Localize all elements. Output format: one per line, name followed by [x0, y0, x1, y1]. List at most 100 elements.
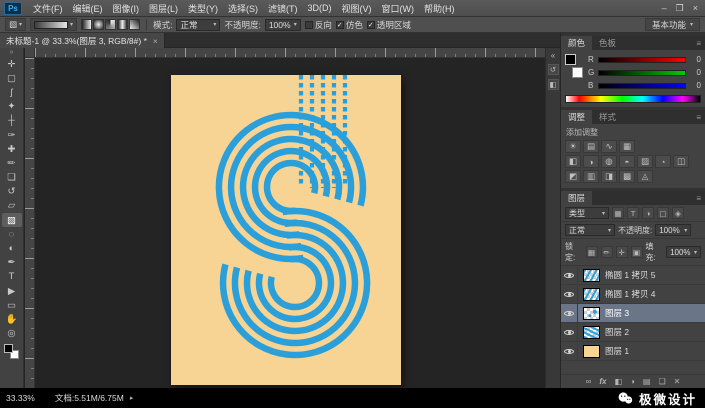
expand-panels-icon[interactable]: « [551, 51, 555, 60]
menu-item-help[interactable]: 帮助(H) [419, 2, 460, 15]
layer-thumbnail[interactable] [583, 344, 600, 358]
layer-opacity-select[interactable]: 100% ▾ [655, 224, 692, 236]
crop-tool[interactable]: ┼ [2, 114, 22, 128]
levels-adjustment-icon[interactable]: ▤ [583, 140, 599, 153]
curves-adjustment-icon[interactable]: ∿ [601, 140, 617, 153]
menu-item-window[interactable]: 窗口(W) [377, 2, 420, 15]
reflected-gradient-button[interactable] [117, 19, 129, 30]
invert-adjustment-icon[interactable]: ◩ [565, 170, 581, 183]
menu-item-filter[interactable]: 滤镜(T) [263, 2, 303, 15]
filter-adjustment-layers-icon[interactable]: ◑ [642, 207, 654, 219]
tab-adjustments[interactable]: 调整 [561, 110, 593, 124]
layer-row[interactable]: 图层 1 [561, 342, 705, 361]
type-tool[interactable]: T [2, 270, 22, 284]
layer-thumbnail[interactable] [583, 306, 600, 320]
tab-styles[interactable]: 样式 [592, 110, 623, 124]
threshold-adjustment-icon[interactable]: ◨ [601, 170, 617, 183]
layer-row[interactable]: 图层 2 [561, 323, 705, 342]
green-value[interactable]: 0 [689, 68, 701, 77]
menu-item-view[interactable]: 视图(V) [337, 2, 377, 15]
delete-layer-icon[interactable]: ✕ [674, 377, 681, 386]
visibility-eye-icon[interactable] [561, 304, 578, 322]
color-panel-swatches[interactable] [565, 54, 583, 78]
marquee-tool[interactable]: ▢ [2, 71, 22, 85]
color-balance-adjustment-icon[interactable]: ◍ [601, 155, 617, 168]
diamond-gradient-button[interactable] [129, 19, 141, 30]
layer-style-icon[interactable]: fx [599, 377, 606, 386]
add-mask-icon[interactable]: ◧ [614, 377, 622, 386]
menu-item-select[interactable]: 选择(S) [223, 2, 263, 15]
clone-stamp-tool[interactable]: ❏ [2, 171, 22, 185]
visibility-eye-icon[interactable] [561, 266, 578, 284]
lock-all-icon[interactable]: ▣ [630, 246, 643, 258]
layer-row-selected[interactable]: 图层 3 [561, 304, 705, 323]
quick-select-tool[interactable]: ✦ [2, 100, 22, 114]
channel-mixer-adjustment-icon[interactable]: ◔ [655, 155, 671, 168]
close-button[interactable]: × [693, 3, 698, 14]
shape-tool[interactable]: ▭ [2, 298, 22, 312]
eyedropper-tool[interactable]: ✑ [2, 128, 22, 142]
filter-shape-layers-icon[interactable]: ▢ [657, 207, 669, 219]
menu-item-3d[interactable]: 3D(D) [303, 3, 337, 13]
history-panel-icon[interactable]: ↺ [547, 64, 559, 75]
red-value[interactable]: 0 [689, 55, 701, 64]
link-layers-icon[interactable]: ∞ [586, 377, 592, 386]
lock-position-icon[interactable]: ✛ [615, 246, 628, 258]
menu-item-image[interactable]: 图像(I) [108, 2, 145, 15]
layer-thumbnail[interactable] [583, 287, 600, 301]
tab-layers[interactable]: 图层 [561, 191, 593, 205]
canvas-area[interactable] [25, 48, 545, 388]
black-white-adjustment-icon[interactable]: ◓ [619, 155, 635, 168]
visibility-eye-icon[interactable] [561, 285, 578, 303]
history-brush-tool[interactable]: ↺ [2, 185, 22, 199]
menu-item-layer[interactable]: 图层(L) [144, 2, 183, 15]
foreground-color-swatch[interactable] [565, 54, 576, 65]
color-lookup-adjustment-icon[interactable]: ◫ [673, 155, 689, 168]
blue-value[interactable]: 0 [689, 81, 701, 90]
tab-close-icon[interactable]: × [153, 36, 158, 46]
layer-thumbnail[interactable] [583, 268, 600, 282]
zoom-level[interactable]: 33.33% [6, 393, 35, 403]
posterize-adjustment-icon[interactable]: ▥ [583, 170, 599, 183]
menu-item-type[interactable]: 类型(Y) [183, 2, 223, 15]
dodge-tool[interactable]: ◐ [2, 241, 22, 255]
menu-item-file[interactable]: 文件(F) [28, 2, 68, 15]
move-tool[interactable]: ✛ [2, 57, 22, 71]
angle-gradient-button[interactable] [105, 19, 117, 30]
dither-checkbox[interactable]: ✓ 仿色 [335, 19, 363, 31]
foreground-color-swatch[interactable] [4, 343, 13, 353]
layer-filter-select[interactable]: 类型 ▾ [565, 207, 609, 219]
properties-panel-icon[interactable]: ◧ [547, 79, 559, 90]
brush-tool[interactable]: ✏ [2, 156, 22, 170]
tab-color[interactable]: 颜色 [561, 36, 593, 50]
gradient-preview-picker[interactable]: ▾ [30, 18, 78, 31]
green-slider[interactable] [598, 69, 686, 76]
filter-smart-objects-icon[interactable]: ◈ [672, 207, 684, 219]
foreground-background-swatches[interactable] [4, 343, 19, 359]
minimize-button[interactable]: – [662, 3, 667, 14]
layer-blend-mode-select[interactable]: 正常 ▾ [565, 224, 615, 236]
zoom-tool[interactable]: ◎ [2, 327, 22, 341]
transparency-checkbox[interactable]: ✓ 透明区域 [366, 19, 411, 31]
healing-brush-tool[interactable]: ✚ [2, 142, 22, 156]
blend-mode-select[interactable]: 正常 ▾ [176, 18, 221, 31]
blue-slider[interactable] [598, 82, 686, 89]
selective-color-adjustment-icon[interactable]: ◬ [637, 170, 653, 183]
panel-menu-icon[interactable]: ≡ [692, 110, 705, 124]
red-slider[interactable] [598, 56, 686, 63]
gradient-map-adjustment-icon[interactable]: ▩ [619, 170, 635, 183]
new-layer-icon[interactable]: ❏ [658, 377, 665, 386]
layer-row[interactable]: 椭圆 1 拷贝 4 [561, 285, 705, 304]
status-menu-icon[interactable]: ▸ [130, 394, 134, 402]
photo-filter-adjustment-icon[interactable]: ▨ [637, 155, 653, 168]
workspace-switcher[interactable]: 基本功能 ▾ [644, 18, 700, 31]
filter-type-layers-icon[interactable]: T [627, 207, 639, 219]
hand-tool[interactable]: ✋ [2, 312, 22, 326]
radial-gradient-button[interactable] [93, 19, 105, 30]
lock-pixels-icon[interactable]: ✏ [600, 246, 613, 258]
lock-transparency-icon[interactable]: ▦ [585, 246, 598, 258]
reverse-checkbox[interactable]: 反向 [304, 19, 332, 31]
menu-item-edit[interactable]: 编辑(E) [68, 2, 108, 15]
document-tab[interactable]: 未标题-1 @ 33.3%(图层 3, RGB/8#) * × [0, 33, 165, 48]
background-color-swatch[interactable] [572, 67, 583, 78]
